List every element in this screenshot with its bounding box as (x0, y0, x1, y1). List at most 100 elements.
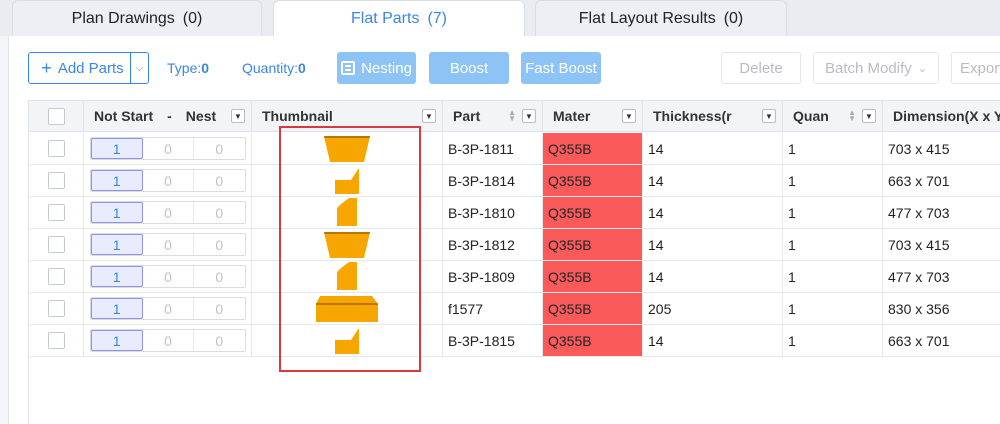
done-count: 0 (215, 236, 224, 253)
row-checkbox[interactable] (47, 236, 65, 253)
table-row[interactable]: 1 0 0 B-3P-1814 Q355B 14 1 663 x 701 (29, 165, 1000, 197)
row-select-cell (29, 261, 84, 292)
thumbnail-cell (252, 165, 443, 196)
table-row[interactable]: 1 0 0 f1577 Q355B 205 1 830 x 356 (29, 293, 1000, 325)
done-count: 0 (215, 300, 224, 317)
header-thickness[interactable]: Thickness(r ▼ (643, 101, 783, 132)
not-start-count[interactable]: 1 (90, 298, 143, 319)
quantity-cell: 1 (783, 165, 883, 196)
sort-icon[interactable]: ▲ ▼ (848, 109, 856, 123)
select-all-checkbox[interactable] (47, 107, 65, 125)
filter-icon[interactable]: ▼ (422, 109, 436, 123)
quantity-cell: 1 (783, 133, 883, 164)
not-start-count[interactable]: 1 (90, 138, 143, 159)
tab-flat-parts[interactable]: Flat Parts (7) (273, 0, 525, 37)
status-counts: 100 (89, 233, 246, 256)
material-cell: Q355B (543, 133, 643, 164)
nest-count: 0 (143, 234, 195, 255)
status-cell: 100 (84, 325, 252, 356)
row-checkbox[interactable] (47, 172, 65, 189)
quantity-value: 0 (298, 60, 306, 76)
row-checkbox[interactable] (47, 204, 65, 221)
filter-icon[interactable]: ▼ (862, 109, 876, 123)
tab-count: (0) (182, 9, 203, 27)
dimension-cell: 830 x 356 (883, 293, 1000, 324)
chevron-down-icon: ⌵ (135, 62, 144, 74)
filter-icon[interactable]: ▼ (762, 109, 776, 123)
filter-icon[interactable]: ▼ (622, 109, 636, 123)
batch-modify-button[interactable]: Batch Modify ⌄ (813, 52, 939, 84)
part-thumbnail[interactable] (314, 294, 380, 324)
not-start-count[interactable]: 1 (90, 202, 143, 223)
part-thumbnail[interactable] (335, 197, 359, 228)
table-row[interactable]: 1 0 0 B-3P-1811 Q355B 14 1 703 x 415 (29, 133, 1000, 165)
filter-icon[interactable]: ▼ (231, 109, 245, 123)
tab-flat-layout-results[interactable]: Flat Layout Results (0) (535, 0, 787, 36)
part-thumbnail[interactable] (322, 134, 372, 164)
header-quantity-label: Quan (793, 108, 829, 124)
chevron-down-icon: ⌄ (917, 62, 927, 75)
not-start-count[interactable]: 1 (90, 234, 143, 255)
table-row[interactable]: 1 0 0 B-3P-1809 Q355B 14 1 477 x 703 (29, 261, 1000, 293)
not-start-count[interactable]: 1 (90, 170, 143, 191)
quantity-cell: 1 (783, 261, 883, 292)
material-cell: Q355B (543, 197, 643, 228)
status-counts: 100 (89, 201, 246, 224)
dimension-cell: 703 x 415 (883, 229, 1000, 260)
part-thumbnail[interactable] (333, 326, 361, 356)
thumbnail-cell (252, 197, 443, 228)
part-thumbnail[interactable] (322, 230, 372, 260)
part-cell: B-3P-1811 (443, 133, 543, 164)
table-row[interactable]: 1 0 0 B-3P-1810 Q355B 14 1 477 x 703 (29, 197, 1000, 229)
filter-icon[interactable]: ▼ (522, 109, 536, 123)
delete-button[interactable]: Delete (721, 52, 801, 84)
row-checkbox[interactable] (47, 140, 65, 157)
row-checkbox[interactable] (47, 332, 65, 349)
dimension-cell: 477 x 703 (883, 197, 1000, 228)
header-part[interactable]: Part ▲ ▼ ▼ (443, 101, 543, 132)
header-dimension[interactable]: Dimension(X x Y (883, 101, 1000, 132)
batch-modify-label: Batch Modify (825, 59, 912, 77)
thickness-cell: 14 (643, 261, 783, 292)
tab-plan-drawings[interactable]: Plan Drawings (0) (12, 0, 262, 36)
part-cell: B-3P-1812 (443, 229, 543, 260)
table-row[interactable]: 1 0 0 B-3P-1812 Q355B 14 1 703 x 415 (29, 229, 1000, 261)
boost-button[interactable]: Boost (429, 52, 509, 84)
done-count: 0 (215, 332, 224, 349)
dimension-cell: 477 x 703 (883, 261, 1000, 292)
quantity-count: Quantity:0 (242, 60, 306, 76)
boost-label: Boost (449, 59, 489, 77)
export-button[interactable]: Export (951, 52, 1000, 84)
status-counts: 100 (89, 265, 246, 288)
table-row[interactable]: 1 0 0 B-3P-1815 Q355B 14 1 663 x 701 (29, 325, 1000, 357)
fast-boost-button[interactable]: Fast Boost (521, 52, 601, 84)
row-checkbox[interactable] (47, 268, 65, 285)
done-count: 0 (215, 140, 224, 157)
done-count: 0 (215, 268, 224, 285)
row-select-cell (29, 197, 84, 228)
nesting-button[interactable]: Nesting (337, 52, 416, 84)
add-parts-dropdown[interactable]: ⌵ (130, 53, 148, 83)
tab-count: (7) (427, 10, 448, 27)
thickness-cell: 205 (643, 293, 783, 324)
header-quantity[interactable]: Quan ▲ ▼ ▼ (783, 101, 883, 132)
parts-table: Not Start - Nest ▼ Thumbnail ▼ Part ▲ ▼ ▼… (28, 100, 1000, 424)
header-material[interactable]: Mater ▼ (543, 101, 643, 132)
thickness-cell: 14 (643, 197, 783, 228)
thickness-cell: 14 (643, 133, 783, 164)
part-thumbnail[interactable] (335, 261, 359, 292)
add-parts-button[interactable]: + Add Parts ⌵ (28, 52, 149, 84)
status-cell: 100 (84, 165, 252, 196)
delete-label: Delete (739, 59, 783, 77)
done-count: 0 (215, 204, 224, 221)
row-checkbox[interactable] (47, 300, 65, 317)
header-select-all (29, 101, 84, 132)
nest-count: 0 (143, 138, 195, 159)
not-start-count[interactable]: 1 (90, 266, 143, 287)
tab-label: Flat Layout Results (578, 9, 716, 27)
part-thumbnail[interactable] (333, 166, 361, 196)
part-cell: B-3P-1815 (443, 325, 543, 356)
sort-icon[interactable]: ▲ ▼ (508, 109, 516, 123)
not-start-count[interactable]: 1 (90, 330, 143, 351)
toolbar: + Add Parts ⌵ Type:0 Quantity:0 Nesting … (9, 36, 1000, 100)
